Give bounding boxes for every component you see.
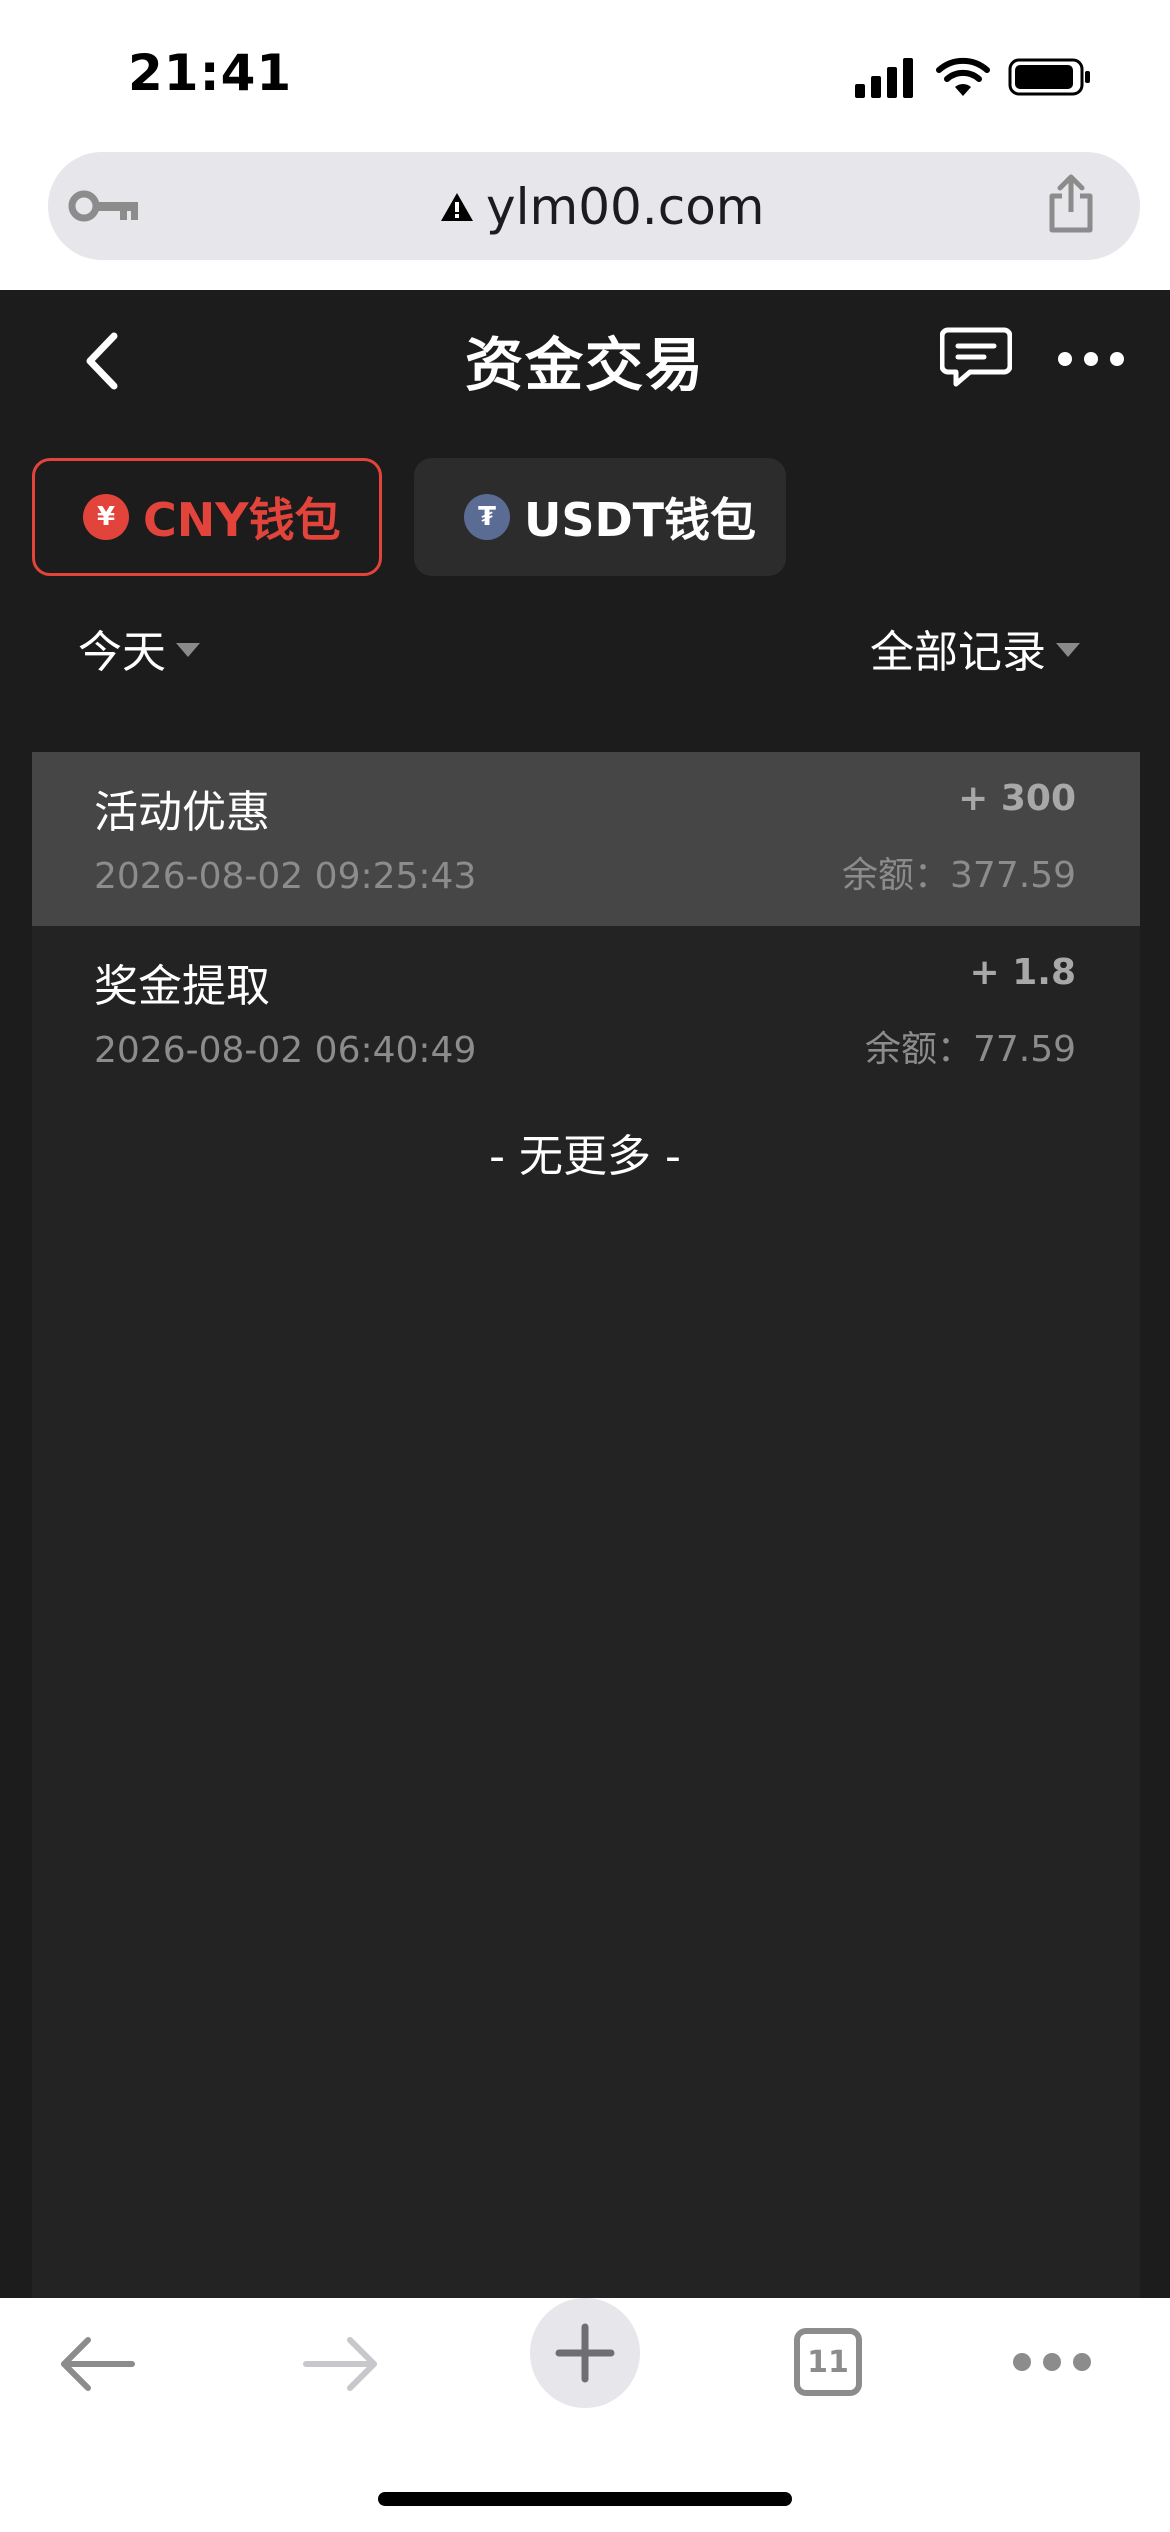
record-title: 活动优惠 [94,787,270,838]
warning-icon [441,193,473,221]
record-time: 2026-08-02 09:25:43 [94,856,477,897]
record-balance: 余额：77.59 [864,1029,1076,1070]
back-icon[interactable] [58,2334,138,2394]
url-display[interactable]: ylm00.com [440,172,765,242]
tab-cny-wallet[interactable]: ¥ CNY钱包 [32,458,382,576]
status-time: 21:41 [128,44,293,102]
url-text: ylm00.com [486,178,765,236]
battery-icon [1008,58,1090,96]
record-type-dropdown[interactable]: 全部记录 [870,616,1080,680]
more-dots-icon[interactable] [1056,348,1126,370]
plus-icon [555,2323,615,2383]
list-end-text: - 无更多 - [489,1131,681,1182]
tether-coin-icon: ₮ [464,494,510,540]
home-indicator [378,2492,792,2506]
new-tab-button[interactable] [530,2298,640,2408]
tabs-icon[interactable]: 11 [794,2328,862,2396]
wifi-icon [936,57,990,96]
caret-down-icon [1056,643,1080,657]
forward-icon[interactable] [300,2334,380,2394]
record-title: 奖金提取 [94,961,270,1012]
record-balance: 余额：377.59 [842,855,1076,896]
date-filter-label: 今天 [78,627,166,678]
record-amount: + 300 [958,778,1076,819]
tab-cny-label: CNY钱包 [143,493,341,547]
tab-usdt-wallet[interactable]: ₮ USDT钱包 [414,458,786,576]
record-type-label: 全部记录 [870,627,1046,678]
record-amount: + 1.8 [969,952,1076,993]
date-filter-dropdown[interactable]: 今天 [78,616,200,680]
cellular-signal-icon [855,58,913,98]
record-row[interactable]: 活动优惠 2026-08-02 09:25:43 + 300 余额：377.59 [32,752,1140,926]
key-icon[interactable] [68,186,140,226]
tab-usdt-label: USDT钱包 [524,493,757,547]
caret-down-icon [176,643,200,657]
record-time: 2026-08-02 06:40:49 [94,1030,477,1071]
chat-bubble-icon[interactable] [940,326,1012,388]
yuan-coin-icon: ¥ [83,494,129,540]
share-icon[interactable] [1046,174,1096,234]
record-row[interactable]: 奖金提取 2026-08-02 06:40:49 + 1.8 余额：77.59 [32,926,1140,1100]
menu-dots-icon[interactable] [1010,2348,1094,2376]
